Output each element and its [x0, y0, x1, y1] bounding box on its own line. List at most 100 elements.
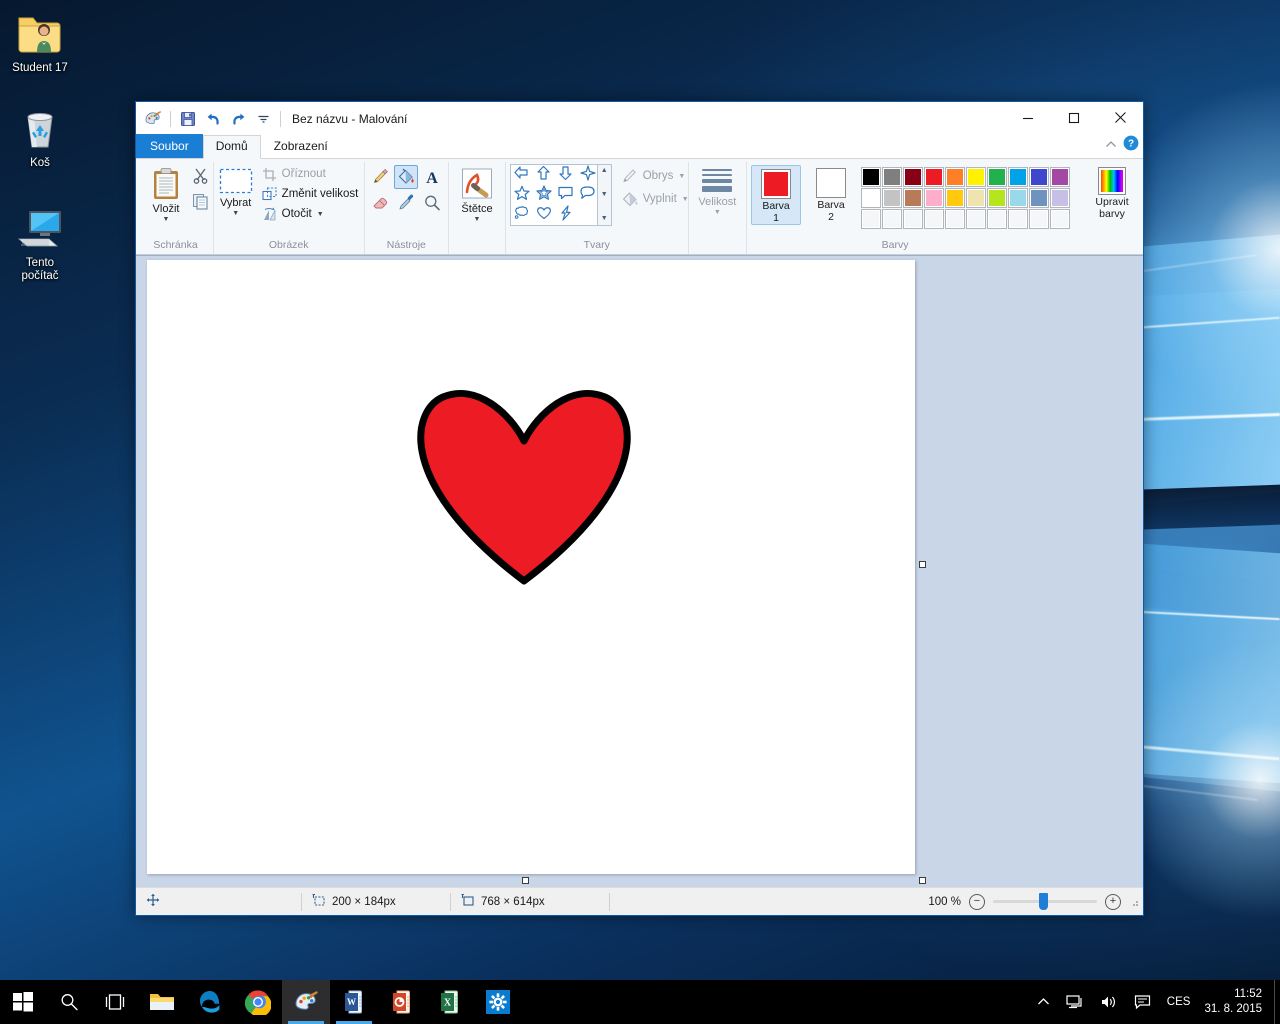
shape-star-5[interactable] — [514, 185, 530, 206]
taskbar[interactable]: W X CES 11:52 31. 8. 2015 — [0, 980, 1280, 1024]
shape-callout-round[interactable] — [579, 185, 596, 205]
customize-qat-icon[interactable] — [252, 108, 274, 130]
palette-swatch-r3-c1[interactable] — [861, 209, 882, 229]
palette-swatch-r3-c9[interactable] — [1029, 209, 1050, 229]
desktop-icon-this-pc[interactable]: Tento počítač — [2, 205, 78, 283]
language-indicator[interactable]: CES — [1159, 980, 1199, 1024]
palette-swatch-r1-c6[interactable] — [966, 167, 987, 187]
size-button[interactable]: Velikost ▼ — [692, 163, 742, 216]
zoom-controls[interactable]: 100 % − + — [928, 893, 1139, 910]
magnifier-tool[interactable] — [420, 191, 444, 215]
palette-swatch-r2-c7[interactable] — [987, 188, 1008, 208]
palette-swatch-r2-c2[interactable] — [882, 188, 903, 208]
cut-icon[interactable] — [192, 167, 209, 189]
taskbar-app-paint[interactable] — [282, 980, 330, 1024]
canvas-resize-handle-bottom[interactable] — [522, 877, 529, 884]
shape-callout-rect[interactable] — [557, 185, 574, 205]
palette-swatch-r2-c3[interactable] — [903, 188, 924, 208]
redo-icon[interactable] — [227, 108, 249, 130]
shape-arrow-down[interactable] — [558, 165, 573, 186]
undo-icon[interactable] — [202, 108, 224, 130]
task-view-icon[interactable] — [92, 980, 138, 1024]
paint-window[interactable]: Bez názvu - Malování Soubor Domů Zobraze… — [135, 101, 1144, 916]
palette-swatch-r3-c10[interactable] — [1050, 209, 1071, 229]
palette-swatch-r3-c2[interactable] — [882, 209, 903, 229]
taskbar-app-google-chrome[interactable] — [234, 980, 282, 1024]
resize-grip[interactable] — [1129, 897, 1139, 907]
taskbar-app-microsoft-edge[interactable] — [186, 980, 234, 1024]
show-desktop-button[interactable] — [1274, 980, 1280, 1024]
palette-swatch-r1-c3[interactable] — [903, 167, 924, 187]
eraser-tool[interactable] — [368, 191, 392, 215]
volume-icon[interactable] — [1092, 980, 1126, 1024]
desktop-icon-recycle-bin[interactable]: Koš — [2, 105, 78, 170]
quick-access-toolbar[interactable] — [142, 108, 284, 130]
shapes-gallery-scrollbar[interactable]: ▲ ▼ ▼ — [597, 164, 612, 226]
palette-swatch-r3-c4[interactable] — [924, 209, 945, 229]
select-button[interactable]: Vybrat ▼ — [218, 163, 254, 217]
palette-swatch-r1-c5[interactable] — [945, 167, 966, 187]
canvas-resize-handle-right[interactable] — [919, 561, 926, 568]
copy-icon[interactable] — [192, 193, 209, 215]
ribbon[interactable]: Vložit ▼ Schránka Vybrat ▼ Oříznout Změn… — [136, 159, 1143, 255]
rotate-button[interactable]: Otočit ▼ — [258, 205, 363, 224]
search-icon[interactable] — [46, 980, 92, 1024]
paste-dropdown-caret[interactable]: ▼ — [163, 216, 170, 223]
tab-domu[interactable]: Domů — [202, 135, 261, 159]
palette-swatch-r2-c8[interactable] — [1008, 188, 1029, 208]
canvas-resize-handle-corner[interactable] — [919, 877, 926, 884]
brushes-button[interactable]: Štětce ▼ — [453, 163, 501, 223]
taskbar-app-microsoft-excel[interactable]: X — [426, 980, 474, 1024]
shape-arrow-up[interactable] — [536, 165, 551, 186]
resize-button[interactable]: Změnit velikost — [258, 185, 363, 204]
palette-swatch-r2-c1[interactable] — [861, 188, 882, 208]
zoom-out-button[interactable]: − — [969, 893, 985, 910]
zoom-slider-thumb[interactable] — [1039, 893, 1048, 910]
shape-lightning[interactable] — [558, 204, 574, 226]
clock[interactable]: 11:52 31. 8. 2015 — [1198, 980, 1274, 1024]
palette-swatch-r3-c6[interactable] — [966, 209, 987, 229]
palette-swatch-r1-c4[interactable] — [924, 167, 945, 187]
shapes-scroll-down[interactable]: ▼ — [601, 191, 608, 199]
fill-button[interactable]: Vyplnit ▼ — [618, 189, 693, 209]
shape-heart[interactable] — [536, 205, 552, 225]
color2-button[interactable]: Barva 2 — [806, 165, 856, 223]
palette-swatch-r1-c2[interactable] — [882, 167, 903, 187]
shape-callout-cloud[interactable] — [513, 205, 530, 225]
taskbar-app-microsoft-powerpoint[interactable] — [378, 980, 426, 1024]
shapes-expand[interactable]: ▼ — [601, 215, 608, 223]
edit-colors-button[interactable]: Upravit barvy — [1085, 165, 1139, 220]
fill-tool[interactable] — [394, 165, 419, 189]
zoom-in-button[interactable]: + — [1105, 893, 1121, 910]
start-button[interactable] — [0, 980, 46, 1024]
shapes-scroll-up[interactable]: ▲ — [601, 167, 608, 175]
palette-swatch-r3-c7[interactable] — [987, 209, 1008, 229]
collapse-ribbon-icon[interactable] — [1105, 140, 1117, 152]
palette-swatch-r2-c9[interactable] — [1029, 188, 1050, 208]
window-controls[interactable] — [1005, 102, 1143, 133]
minimize-button[interactable] — [1005, 102, 1051, 133]
brushes-dropdown-caret[interactable]: ▼ — [474, 216, 481, 223]
action-center-icon[interactable] — [1126, 980, 1159, 1024]
tab-zobrazeni[interactable]: Zobrazení — [261, 135, 341, 158]
palette-swatch-r1-c10[interactable] — [1050, 167, 1071, 187]
palette-swatch-r3-c8[interactable] — [1008, 209, 1029, 229]
palette-swatch-r1-c1[interactable] — [861, 167, 882, 187]
palette-swatch-r1-c9[interactable] — [1029, 167, 1050, 187]
show-hidden-icons-button[interactable] — [1029, 980, 1058, 1024]
palette-swatch-r3-c3[interactable] — [903, 209, 924, 229]
outline-button[interactable]: Obrys ▼ — [618, 166, 693, 186]
size-dropdown-caret[interactable]: ▼ — [714, 209, 721, 216]
text-tool[interactable]: A — [420, 165, 444, 189]
drawing-canvas[interactable] — [147, 260, 915, 874]
network-icon[interactable] — [1058, 980, 1092, 1024]
system-tray[interactable]: CES 11:52 31. 8. 2015 — [1029, 980, 1280, 1024]
palette-swatch-r2-c6[interactable] — [966, 188, 987, 208]
pencil-tool[interactable] — [368, 165, 392, 189]
palette-swatch-r1-c8[interactable] — [1008, 167, 1029, 187]
ribbon-tabs[interactable]: Soubor Domů Zobrazení ? — [136, 134, 1143, 159]
taskbar-app-microsoft-word[interactable]: W — [330, 980, 378, 1024]
shape-arrow-left[interactable] — [513, 165, 530, 185]
palette-swatch-r2-c4[interactable] — [924, 188, 945, 208]
shape-star-4[interactable] — [580, 164, 596, 186]
